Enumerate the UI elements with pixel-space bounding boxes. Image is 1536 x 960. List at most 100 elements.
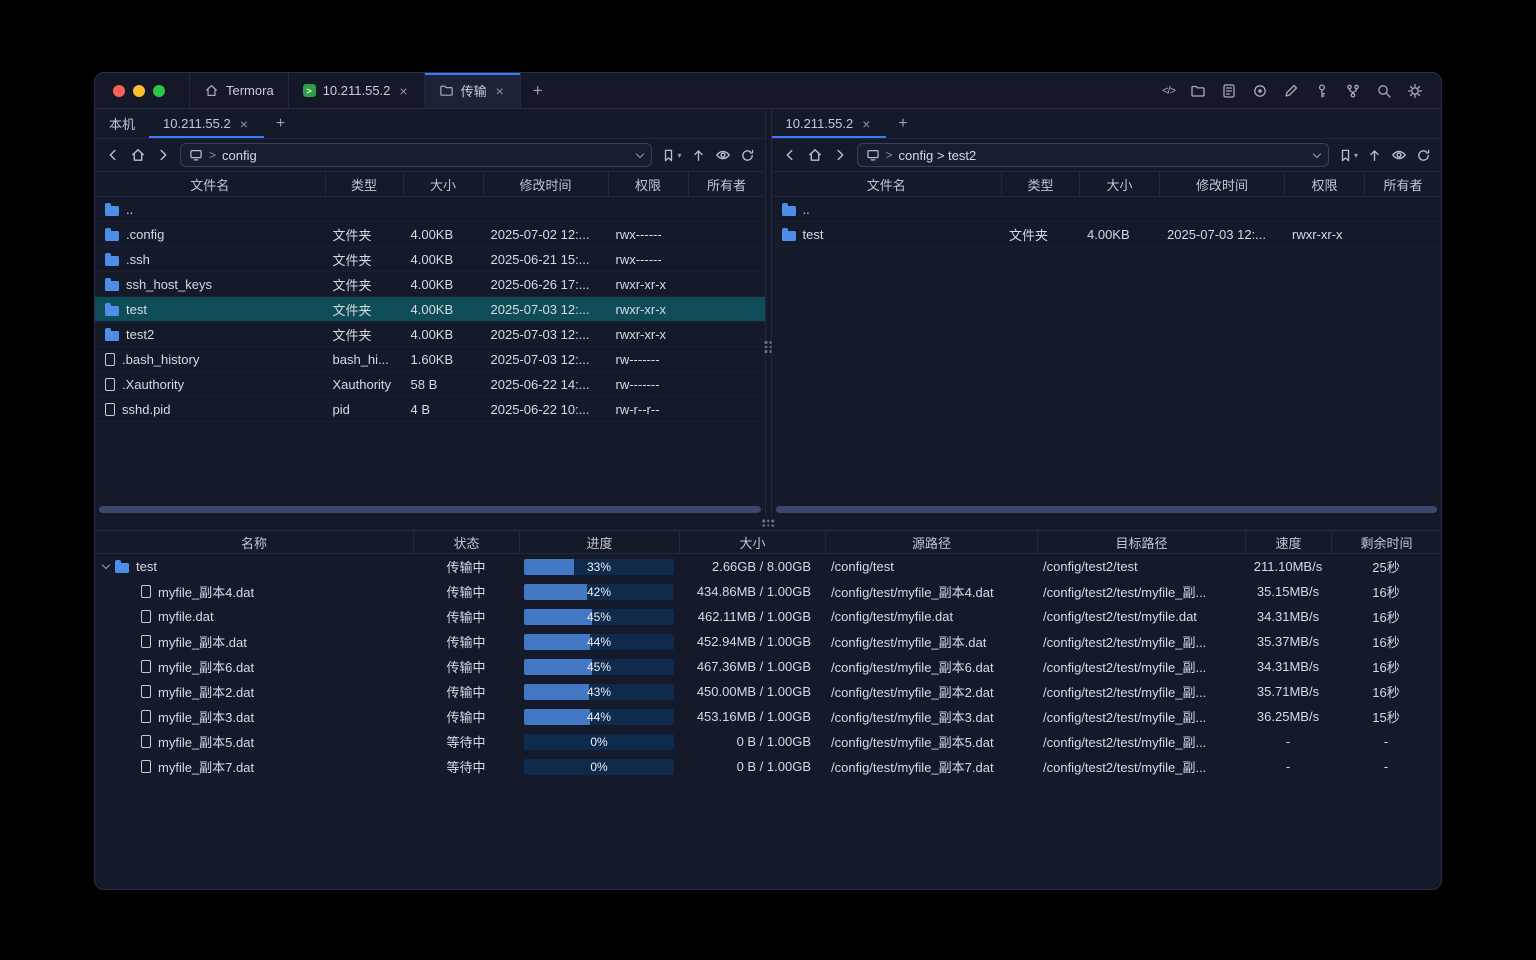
transfer-eta: 15秒 <box>1331 704 1441 729</box>
forward-icon[interactable] <box>155 147 171 163</box>
table-row-selected[interactable]: test 文件夹 4.00KB 2025-07-03 12:... rwxr-x… <box>95 297 765 322</box>
transfer-row[interactable]: test 传输中 33% 2.66GB / 8.00GB /config/tes… <box>95 554 1441 579</box>
column-header[interactable]: 类型 <box>1001 172 1079 196</box>
zoom-window-button[interactable] <box>153 85 165 97</box>
column-header[interactable]: 名称 <box>95 531 413 553</box>
close-icon[interactable]: × <box>397 83 409 99</box>
table-row[interactable]: .bash_history bash_hi... 1.60KB 2025-07-… <box>95 347 765 372</box>
key-icon[interactable] <box>1314 83 1330 99</box>
chevron-down-icon[interactable] <box>1313 149 1321 157</box>
close-icon[interactable]: × <box>494 83 506 99</box>
column-header[interactable]: 所有者 <box>1364 172 1441 196</box>
panel-splitter-horizontal[interactable] <box>95 516 1441 530</box>
chevron-down-icon[interactable] <box>102 561 110 569</box>
transfer-row[interactable]: myfile_副本2.dat 传输中 43% 450.00MB / 1.00GB… <box>95 679 1441 704</box>
table-row[interactable]: .. <box>772 197 1442 222</box>
minimize-window-button[interactable] <box>133 85 145 97</box>
back-icon[interactable] <box>105 147 121 163</box>
column-header[interactable]: 速度 <box>1245 531 1331 553</box>
search-icon[interactable] <box>1376 83 1392 99</box>
table-row[interactable]: sshd.pid pid 4 B 2025-06-22 10:... rw-r-… <box>95 397 765 422</box>
horizontal-scrollbar[interactable] <box>776 506 1438 513</box>
transfer-row[interactable]: myfile_副本.dat 传输中 44% 452.94MB / 1.00GB … <box>95 629 1441 654</box>
table-row[interactable]: .config 文件夹 4.00KB 2025-07-02 12:... rwx… <box>95 222 765 247</box>
table-row[interactable]: test2 文件夹 4.00KB 2025-07-03 12:... rwxr-… <box>95 322 765 347</box>
folder-icon[interactable] <box>1190 83 1206 99</box>
log-icon[interactable] <box>1221 83 1237 99</box>
home-icon[interactable] <box>807 147 823 163</box>
fork-icon[interactable] <box>1345 83 1361 99</box>
upload-icon[interactable] <box>1367 148 1382 163</box>
transfer-row[interactable]: myfile_副本5.dat 等待中 0% 0 B / 1.00GB /conf… <box>95 729 1441 754</box>
code-icon[interactable]: </> <box>1162 85 1175 97</box>
transfer-row[interactable]: myfile.dat 传输中 45% 462.11MB / 1.00GB /co… <box>95 604 1441 629</box>
column-header[interactable]: 文件名 <box>772 172 1002 196</box>
transfer-name: myfile_副本4.dat <box>158 582 254 601</box>
tab-termora[interactable]: Termora <box>189 73 288 108</box>
file-type: 文件夹 <box>325 322 403 346</box>
file-name: test <box>803 227 824 242</box>
column-header[interactable]: 大小 <box>679 531 825 553</box>
bookmark-icon[interactable]: ▾ <box>1338 148 1358 163</box>
table-row[interactable]: .Xauthority Xauthority 58 B 2025-06-22 1… <box>95 372 765 397</box>
column-header[interactable]: 修改时间 <box>1159 172 1284 196</box>
file-mtime: 2025-06-21 15:... <box>483 247 608 271</box>
pen-icon[interactable] <box>1283 83 1299 99</box>
file-panel-left: 本机 10.211.55.2 × + > config ▾ <box>95 109 765 516</box>
column-header[interactable]: 修改时间 <box>483 172 608 196</box>
column-header[interactable]: 剩余时间 <box>1331 531 1441 553</box>
transfer-speed: - <box>1245 729 1331 754</box>
back-icon[interactable] <box>782 147 798 163</box>
horizontal-scrollbar[interactable] <box>99 506 761 513</box>
table-row[interactable]: ssh_host_keys 文件夹 4.00KB 2025-06-26 17:.… <box>95 272 765 297</box>
table-row[interactable]: .ssh 文件夹 4.00KB 2025-06-21 15:... rwx---… <box>95 247 765 272</box>
file-mtime <box>483 197 608 221</box>
record-icon[interactable] <box>1252 83 1268 99</box>
column-header[interactable]: 目标路径 <box>1037 531 1245 553</box>
table-row[interactable]: .. <box>95 197 765 222</box>
eye-icon[interactable] <box>715 147 731 163</box>
bookmark-icon[interactable]: ▾ <box>661 148 681 163</box>
transfer-row[interactable]: myfile_副本6.dat 传输中 45% 467.36MB / 1.00GB… <box>95 654 1441 679</box>
tab-host[interactable]: > 10.211.55.2 × <box>288 73 424 108</box>
close-icon[interactable]: × <box>860 116 872 132</box>
file-mtime: 2025-07-03 12:... <box>1159 222 1284 246</box>
close-window-button[interactable] <box>113 85 125 97</box>
settings-gear-icon[interactable] <box>1407 83 1423 99</box>
eye-icon[interactable] <box>1391 147 1407 163</box>
transfer-row[interactable]: myfile_副本7.dat 等待中 0% 0 B / 1.00GB /conf… <box>95 754 1441 779</box>
column-header[interactable]: 文件名 <box>95 172 325 196</box>
column-header[interactable]: 类型 <box>325 172 403 196</box>
transfer-row[interactable]: myfile_副本4.dat 传输中 42% 434.86MB / 1.00GB… <box>95 579 1441 604</box>
column-header[interactable]: 权限 <box>608 172 688 196</box>
column-header[interactable]: 大小 <box>403 172 483 196</box>
tab-local[interactable]: 本机 <box>95 109 149 138</box>
upload-icon[interactable] <box>691 148 706 163</box>
home-icon[interactable] <box>130 147 146 163</box>
forward-icon[interactable] <box>832 147 848 163</box>
transfer-row[interactable]: myfile_副本3.dat 传输中 44% 453.16MB / 1.00GB… <box>95 704 1441 729</box>
new-panel-tab-button[interactable]: + <box>886 109 919 138</box>
file-perm: rwx------ <box>608 222 688 246</box>
column-header[interactable]: 进度 <box>519 531 679 553</box>
path-bar[interactable]: > config > test2 <box>857 143 1329 167</box>
panel-splitter-vertical[interactable] <box>765 109 772 516</box>
tab-remote-host[interactable]: 10.211.55.2 × <box>772 109 887 138</box>
column-header[interactable]: 状态 <box>413 531 519 553</box>
column-header[interactable]: 大小 <box>1079 172 1159 196</box>
column-header[interactable]: 权限 <box>1284 172 1364 196</box>
column-header[interactable]: 所有者 <box>688 172 765 196</box>
column-header[interactable]: 源路径 <box>825 531 1037 553</box>
file-perm: rwxr-xr-x <box>1284 222 1364 246</box>
tab-transfer[interactable]: 传输 × <box>424 73 521 108</box>
refresh-icon[interactable] <box>1416 148 1431 163</box>
file-name: test <box>126 302 147 317</box>
chevron-down-icon[interactable] <box>636 149 644 157</box>
table-row[interactable]: test 文件夹 4.00KB 2025-07-03 12:... rwxr-x… <box>772 222 1442 247</box>
refresh-icon[interactable] <box>740 148 755 163</box>
close-icon[interactable]: × <box>238 116 250 132</box>
tab-remote-host[interactable]: 10.211.55.2 × <box>149 109 264 138</box>
path-bar[interactable]: > config <box>180 143 652 167</box>
new-panel-tab-button[interactable]: + <box>264 109 297 138</box>
new-tab-button[interactable]: + <box>521 73 555 108</box>
